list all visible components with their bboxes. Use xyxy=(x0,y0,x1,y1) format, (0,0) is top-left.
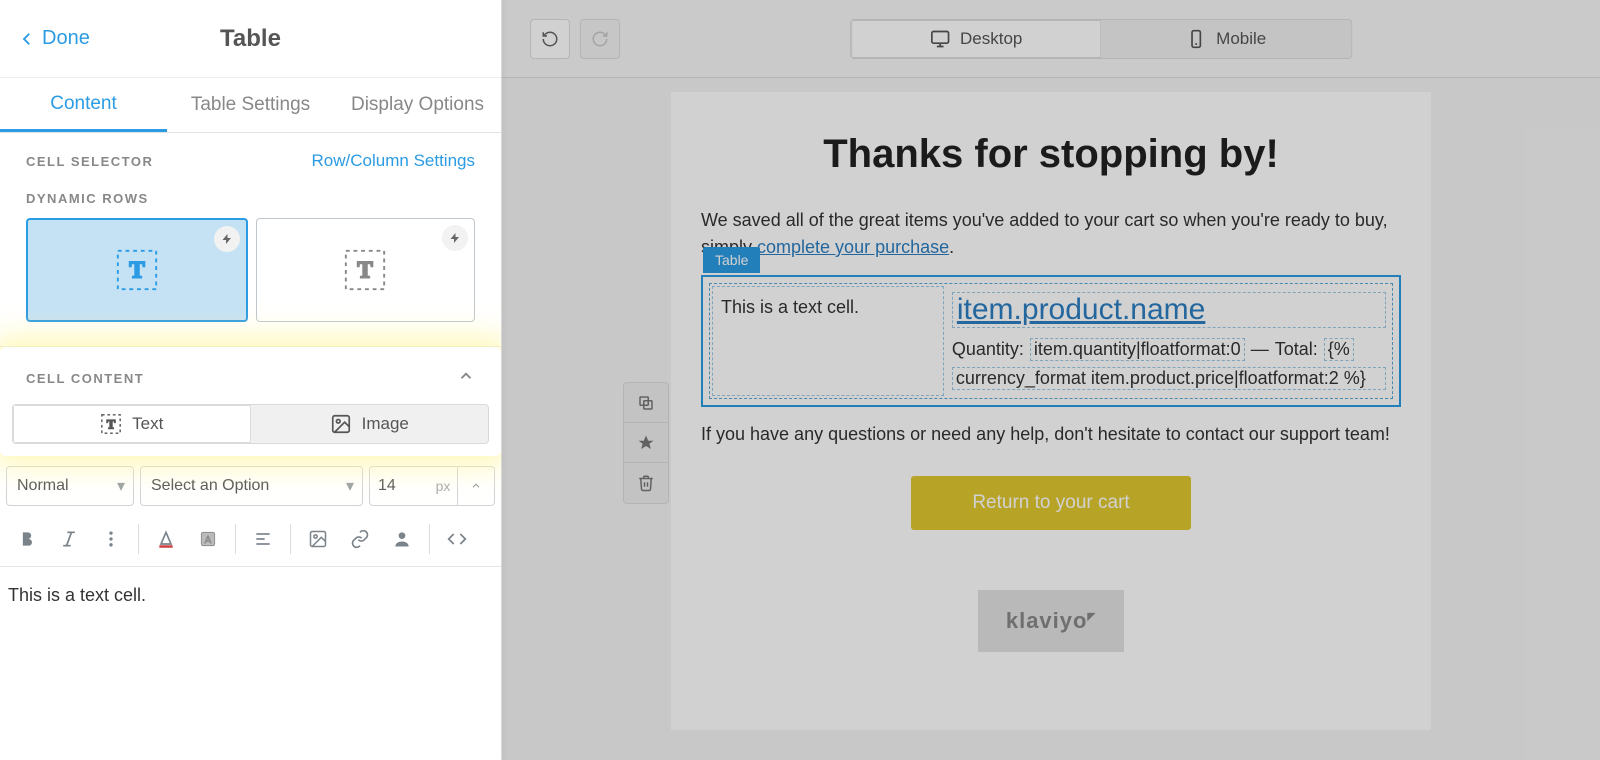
caret-down-icon: ▾ xyxy=(346,476,354,496)
cell-content-section: CELL CONTENT T Text Image xyxy=(0,347,501,456)
font-size-control: px xyxy=(369,466,495,506)
sidebar: Done Table Content Table Settings Displa… xyxy=(0,0,502,760)
quantity-token: item.quantity|floatformat:0 xyxy=(1030,338,1245,361)
duplicate-block-button[interactable] xyxy=(624,383,668,423)
done-label: Done xyxy=(42,27,90,50)
preview-canvas: Thanks for stopping by! We saved all of … xyxy=(502,78,1600,760)
email-heading: Thanks for stopping by! xyxy=(701,132,1401,177)
highlight-color-button[interactable]: A xyxy=(189,520,227,558)
device-mobile-button[interactable]: Mobile xyxy=(1101,20,1351,58)
device-desktop-label: Desktop xyxy=(960,29,1022,49)
email-body: Thanks for stopping by! We saved all of … xyxy=(671,92,1431,730)
redo-button[interactable] xyxy=(580,19,620,59)
delete-block-button[interactable] xyxy=(624,463,668,503)
mobile-icon xyxy=(1186,29,1206,49)
device-mobile-label: Mobile xyxy=(1216,29,1266,49)
text-format-row: Normal ▾ Select an Option ▾ px xyxy=(0,456,501,512)
caret-down-icon: ▾ xyxy=(117,476,125,496)
cell-content-label: CELL CONTENT xyxy=(26,371,144,386)
table-cell-product[interactable]: item.product.name Quantity: item.quantit… xyxy=(946,284,1392,398)
insert-image-button[interactable] xyxy=(299,520,337,558)
tab-table-settings[interactable]: Table Settings xyxy=(167,78,334,132)
font-size-input[interactable] xyxy=(369,466,429,506)
font-size-stepper[interactable] xyxy=(457,466,495,506)
more-formatting-button[interactable] xyxy=(92,520,130,558)
done-button[interactable]: Done xyxy=(18,27,90,50)
text-block-icon: T xyxy=(100,413,122,435)
sidebar-title: Table xyxy=(220,25,281,53)
dynamic-rows-label: DYNAMIC ROWS xyxy=(0,181,501,218)
italic-button[interactable] xyxy=(50,520,88,558)
insert-link-button[interactable] xyxy=(341,520,379,558)
product-name-token: item.product.name xyxy=(952,292,1386,328)
sidebar-header: Done Table xyxy=(0,0,501,78)
paragraph-style-value: Normal xyxy=(17,477,69,495)
table-cell-text[interactable]: This is a text cell. xyxy=(712,286,944,396)
svg-text:T: T xyxy=(358,258,373,283)
return-to-cart-button[interactable]: Return to your cart xyxy=(911,476,1191,530)
svg-text:T: T xyxy=(129,258,144,283)
seg-text-button[interactable]: T Text xyxy=(13,405,251,443)
seg-text-label: Text xyxy=(132,414,163,434)
source-code-button[interactable] xyxy=(438,520,476,558)
dynamic-row-cell-2[interactable]: T xyxy=(256,218,476,322)
text-editor[interactable]: This is a text cell. xyxy=(0,567,501,624)
preview-toolbar: Desktop Mobile xyxy=(502,0,1600,78)
dynamic-badge-icon xyxy=(442,225,468,251)
cell-selector-row: CELL SELECTOR Row/Column Settings xyxy=(0,133,501,181)
dynamic-badge-icon xyxy=(214,226,240,252)
klaviyo-logo: klaviyo◤ xyxy=(978,590,1124,652)
tab-content[interactable]: Content xyxy=(0,78,167,132)
total-token-a: {% xyxy=(1324,338,1354,361)
text-block-icon: T xyxy=(114,247,160,293)
collapse-button[interactable] xyxy=(457,367,475,390)
text-block-icon: T xyxy=(342,247,388,293)
tab-display-options[interactable]: Display Options xyxy=(334,78,501,132)
font-family-select[interactable]: Select an Option ▾ xyxy=(140,466,363,506)
svg-text:T: T xyxy=(107,418,116,432)
insert-personalization-button[interactable] xyxy=(383,520,421,558)
undo-button[interactable] xyxy=(530,19,570,59)
email-questions: If you have any questions or need any he… xyxy=(701,421,1401,448)
sidebar-tabs: Content Table Settings Display Options xyxy=(0,78,501,133)
table-tag: Table xyxy=(703,247,760,273)
svg-text:A: A xyxy=(205,535,212,546)
table-block[interactable]: Table This is a text cell. item.product.… xyxy=(701,275,1401,407)
row-column-settings-link[interactable]: Row/Column Settings xyxy=(312,151,475,171)
device-toggle: Desktop Mobile xyxy=(850,19,1352,59)
device-desktop-button[interactable]: Desktop xyxy=(851,20,1101,58)
rich-text-toolbar: A xyxy=(0,512,501,567)
dynamic-rows: T T xyxy=(0,218,501,346)
email-lead: We saved all of the great items you've a… xyxy=(701,207,1401,261)
paragraph-style-select[interactable]: Normal ▾ xyxy=(6,466,134,506)
font-family-value: Select an Option xyxy=(151,477,269,495)
font-size-unit: px xyxy=(429,466,457,506)
total-token-b: currency_format item.product.price|float… xyxy=(952,367,1386,390)
favorite-block-button[interactable] xyxy=(624,423,668,463)
seg-image-button[interactable]: Image xyxy=(251,405,489,443)
seg-image-label: Image xyxy=(362,414,409,434)
text-color-button[interactable] xyxy=(147,520,185,558)
bold-button[interactable] xyxy=(8,520,46,558)
dynamic-row-cell-1[interactable]: T xyxy=(26,218,248,322)
arrow-left-icon xyxy=(18,30,36,48)
block-float-tools xyxy=(623,382,669,504)
align-button[interactable] xyxy=(244,520,282,558)
table-inner: This is a text cell. item.product.name Q… xyxy=(709,283,1393,399)
image-icon xyxy=(330,413,352,435)
cell-content-type-toggle: T Text Image xyxy=(12,404,489,444)
desktop-icon xyxy=(930,29,950,49)
quantity-line: Quantity: item.quantity|floatformat:0 — … xyxy=(952,338,1386,390)
footer-logo: klaviyo◤ xyxy=(701,566,1401,676)
preview-panel: Desktop Mobile Thanks for stopping by! W… xyxy=(502,0,1600,760)
cell-selector-label: CELL SELECTOR xyxy=(26,154,153,169)
complete-purchase-link[interactable]: complete your purchase xyxy=(757,237,949,257)
